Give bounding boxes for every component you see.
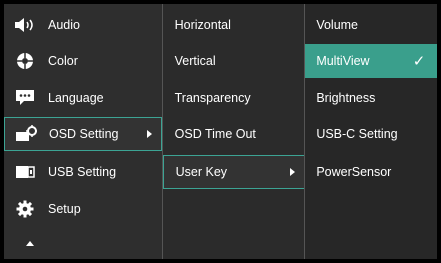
- menu-item-audio[interactable]: Audio: [4, 8, 162, 42]
- menu-item-label: Setup: [48, 202, 81, 216]
- option-powersensor[interactable]: PowerSensor: [305, 155, 437, 189]
- chevron-right-icon: [147, 130, 152, 138]
- option-label: PowerSensor: [316, 165, 392, 179]
- submenu-item-user-key[interactable]: User Key: [162, 155, 305, 189]
- option-label: MultiView: [316, 54, 370, 68]
- submenu-item-label: User Key: [175, 165, 228, 179]
- checkmark-icon: ✓: [412, 52, 426, 70]
- menu-item-language[interactable]: Language: [4, 81, 162, 115]
- menu-item-label: Language: [48, 91, 104, 105]
- submenu-item-label: Horizontal: [174, 18, 231, 32]
- menu-item-label: USB Setting: [48, 165, 117, 179]
- submenu-item-horizontal[interactable]: Horizontal: [163, 8, 305, 42]
- submenu-item-osd-time-out[interactable]: OSD Time Out: [163, 117, 305, 151]
- option-label: Volume: [316, 18, 359, 32]
- option-multiview[interactable]: MultiView ✓: [305, 44, 438, 78]
- submenu-item-transparency[interactable]: Transparency: [163, 81, 305, 115]
- menu-item-label: Audio: [48, 18, 80, 32]
- scroll-up-icon[interactable]: [26, 241, 34, 246]
- menu-item-usb-setting[interactable]: USB Setting: [4, 155, 162, 189]
- osd-submenu-column: Horizontal Vertical Transparency OSD Tim…: [161, 4, 305, 259]
- option-label: USB-C Setting: [316, 127, 398, 141]
- menu-item-setup[interactable]: Setup: [4, 192, 162, 226]
- option-usb-c-setting[interactable]: USB-C Setting: [305, 117, 437, 151]
- gear-icon: [14, 200, 36, 218]
- option-label: Brightness: [316, 91, 376, 105]
- menu-item-label: Color: [48, 54, 78, 68]
- user-key-options-column: Volume MultiView ✓ Brightness USB-C Sett…: [304, 4, 438, 259]
- submenu-item-label: OSD Time Out: [174, 127, 256, 141]
- osd-gear-icon: [15, 125, 37, 143]
- menu-item-color[interactable]: Color: [4, 44, 162, 78]
- option-volume[interactable]: Volume: [305, 8, 437, 42]
- main-menu-column: Audio Color Language OSD Setting USB Set…: [4, 4, 162, 259]
- menu-item-osd-setting[interactable]: OSD Setting: [4, 117, 162, 151]
- speech-bubble-icon: [14, 89, 36, 107]
- osd-menu: Audio Color Language OSD Setting USB Set…: [4, 4, 438, 259]
- chevron-right-icon: [289, 168, 295, 176]
- submenu-item-vertical[interactable]: Vertical: [163, 44, 305, 78]
- color-wheel-icon: [14, 52, 36, 70]
- option-brightness[interactable]: Brightness: [305, 81, 437, 115]
- speaker-icon: [14, 16, 36, 34]
- submenu-item-label: Transparency: [174, 91, 251, 105]
- usb-icon: [14, 163, 36, 181]
- menu-item-label: OSD Setting: [49, 127, 119, 141]
- submenu-item-label: Vertical: [174, 54, 216, 68]
